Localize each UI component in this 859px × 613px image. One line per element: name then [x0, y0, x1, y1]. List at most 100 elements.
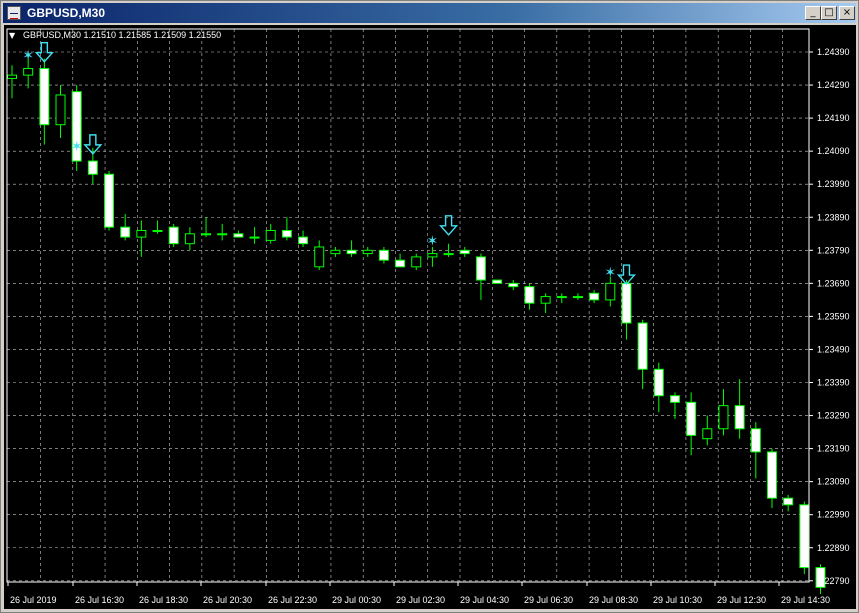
y-tick-label: 1.22990	[817, 510, 850, 520]
bull-candle-body	[605, 282, 616, 301]
y-tick-label: 1.24090	[817, 146, 850, 156]
candle	[55, 85, 66, 138]
x-tick-label: 29 Jul 06:30	[524, 595, 573, 605]
candle	[475, 253, 486, 300]
candle	[508, 280, 519, 290]
bear-candle-body	[492, 279, 503, 284]
candle	[281, 217, 292, 241]
candlestick-chart[interactable]: ✶ ✶ ✶ ✶ 1.24390 1.24290 1.24190 1.24090 1.23990…	[4, 25, 856, 609]
x-tick-label: 26 Jul 16:30	[75, 595, 124, 605]
bull-candle-body	[540, 296, 551, 304]
terminal-window: GBPUSD,M30 _ □ × ✶ ✶ ✶ ✶ 1.24390 1.24290 1.24…	[0, 0, 859, 613]
star-icon: ✶	[427, 234, 439, 250]
candles	[7, 58, 826, 595]
y-tick-label: 1.23690	[817, 278, 850, 288]
y-tick-label: 1.22790	[817, 576, 850, 586]
x-tick-label: 29 Jul 00:30	[332, 595, 381, 605]
candle	[217, 223, 228, 241]
bear-candle-body	[750, 428, 761, 453]
bear-candle-body	[39, 68, 50, 126]
y-tick-label: 1.23890	[817, 212, 850, 222]
bull-candle-body	[702, 428, 713, 440]
candle	[39, 58, 50, 145]
candle	[184, 227, 195, 251]
bull-candle-body	[572, 296, 583, 299]
candle	[120, 213, 131, 241]
candle	[152, 220, 163, 234]
bull-candle-body	[362, 249, 373, 255]
x-tick-label: 29 Jul 02:30	[396, 595, 445, 605]
candle	[621, 280, 632, 340]
bear-candle-body	[686, 401, 697, 436]
bear-candle-body	[104, 173, 115, 228]
y-tick-label: 1.23590	[817, 311, 850, 321]
candle	[378, 246, 389, 264]
bear-candle-body	[799, 504, 810, 569]
candle	[524, 283, 535, 310]
candle	[346, 240, 357, 257]
candle	[540, 293, 551, 314]
plot-frame	[6, 28, 810, 583]
candle	[136, 220, 147, 257]
candle	[314, 240, 325, 271]
candle	[702, 415, 713, 446]
bull-candle-body	[184, 233, 195, 245]
candle	[783, 494, 794, 512]
title-bar[interactable]: GBPUSD,M30 _ □ ×	[3, 3, 856, 23]
bear-candle-body	[783, 497, 794, 506]
bull-candle-body	[265, 229, 276, 241]
candle	[605, 276, 616, 307]
candle	[330, 246, 341, 257]
bear-candle-body	[120, 226, 131, 238]
bull-candle-body	[411, 256, 422, 268]
candle	[71, 85, 82, 171]
candle	[750, 422, 761, 479]
price-chart[interactable]: ✶ ✶ ✶ ✶ 1.24390 1.24290 1.24190 1.24090 1.23990…	[4, 25, 856, 609]
bear-candle-body	[281, 229, 292, 238]
candle	[265, 223, 276, 244]
y-tick-label: 1.23190	[817, 444, 850, 454]
candle	[233, 230, 244, 238]
chart-info-label: GBPUSD,M30 1.21510 1.21585 1.21509 1.215…	[23, 30, 221, 40]
y-tick-label: 1.23790	[817, 245, 850, 255]
bear-candle-body	[653, 368, 664, 397]
bear-candle-body	[589, 292, 600, 301]
bear-candle-body	[168, 226, 179, 245]
bull-candle-body	[217, 233, 228, 236]
maximize-button[interactable]: □	[821, 6, 837, 20]
bear-candle-body	[87, 160, 98, 175]
star-icon: ✶	[604, 265, 616, 281]
candle	[427, 246, 438, 267]
candle	[637, 319, 648, 390]
bull-candle-body	[427, 253, 438, 258]
y-tick-label: 1.24390	[817, 47, 850, 57]
bull-candle-body	[201, 233, 212, 236]
x-tick-label: 26 Jul 20:30	[203, 595, 252, 605]
candle	[362, 246, 373, 257]
y-tick-label: 1.24190	[817, 113, 850, 123]
x-tick-label: 29 Jul 10:30	[653, 595, 702, 605]
bear-candle-body	[378, 249, 389, 261]
candle	[249, 227, 260, 244]
bear-candle-body	[459, 249, 470, 255]
bull-candle-body	[152, 229, 163, 232]
bear-candle-body	[669, 395, 680, 403]
close-button[interactable]: ×	[839, 6, 855, 20]
bear-candle-body	[395, 259, 406, 268]
bull-candle-body	[136, 229, 147, 238]
bull-candle-body	[443, 253, 454, 256]
chart-window-icon[interactable]	[7, 6, 21, 20]
chart-menu-icon[interactable]: ▼	[9, 31, 16, 40]
y-tick-label: 1.23990	[817, 179, 850, 189]
y-tick-label: 1.23390	[817, 378, 850, 388]
candle	[653, 362, 664, 413]
bull-candle-body	[23, 68, 34, 76]
x-tick-label: 26 Jul 2019	[10, 595, 57, 605]
candle	[686, 392, 697, 456]
y-tick-label: 1.24290	[817, 80, 850, 90]
signals: ✶ ✶ ✶ ✶	[22, 41, 637, 286]
candle	[298, 230, 309, 247]
minimize-button[interactable]: _	[805, 6, 821, 20]
candle	[718, 389, 729, 436]
bear-candle-body	[508, 282, 519, 288]
